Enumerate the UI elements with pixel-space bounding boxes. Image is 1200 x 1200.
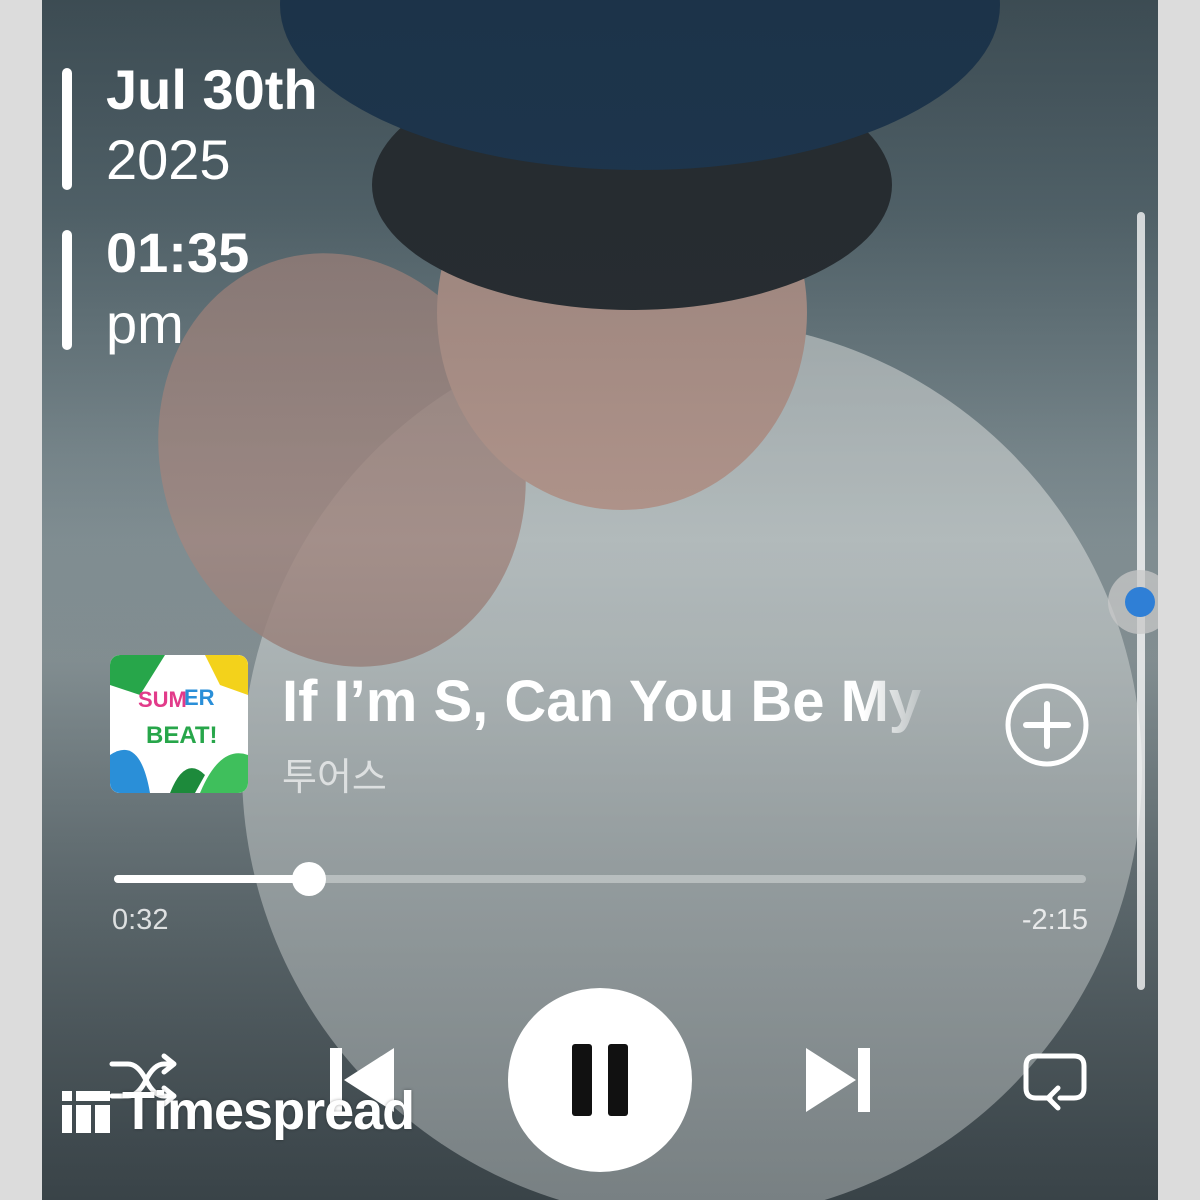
skip-next-icon[interactable] — [802, 1044, 874, 1116]
pause-icon — [572, 1044, 628, 1116]
svg-text:SUM: SUM — [138, 687, 187, 712]
date-accent-bar — [62, 68, 72, 190]
svg-text:BEAT!: BEAT! — [146, 722, 218, 749]
remaining-time: -2:15 — [1021, 904, 1088, 936]
plus-circle-icon[interactable] — [1004, 682, 1090, 768]
date-month-day: Jul 30th — [106, 58, 318, 121]
clock-time: 01:35 — [106, 221, 250, 284]
watermark: Timespread — [62, 1080, 415, 1142]
screenshot-frame: Jul 30th 2025 01:35 pm SUM ER BEAT! If I… — [0, 0, 1200, 1200]
play-pause-button[interactable] — [508, 988, 692, 1172]
track-title[interactable]: If I’m S, Can You Be My — [282, 668, 942, 735]
clock-ampm: pm — [106, 292, 184, 355]
progress-fill — [114, 875, 310, 883]
date-year: 2025 — [106, 128, 231, 191]
elapsed-time: 0:32 — [112, 904, 169, 936]
album-art[interactable]: SUM ER BEAT! — [110, 655, 248, 793]
timespread-logo-icon — [62, 1091, 110, 1133]
watermark-text: Timespread — [122, 1081, 415, 1141]
svg-text:ER: ER — [184, 685, 215, 710]
time-accent-bar — [62, 230, 72, 350]
track-artist[interactable]: 투어스 — [282, 746, 387, 801]
scroll-thumb-dot — [1125, 587, 1155, 617]
lock-screen: Jul 30th 2025 01:35 pm SUM ER BEAT! If I… — [42, 0, 1158, 1200]
progress-bar[interactable] — [114, 862, 1086, 896]
repeat-icon[interactable] — [1020, 1048, 1090, 1112]
